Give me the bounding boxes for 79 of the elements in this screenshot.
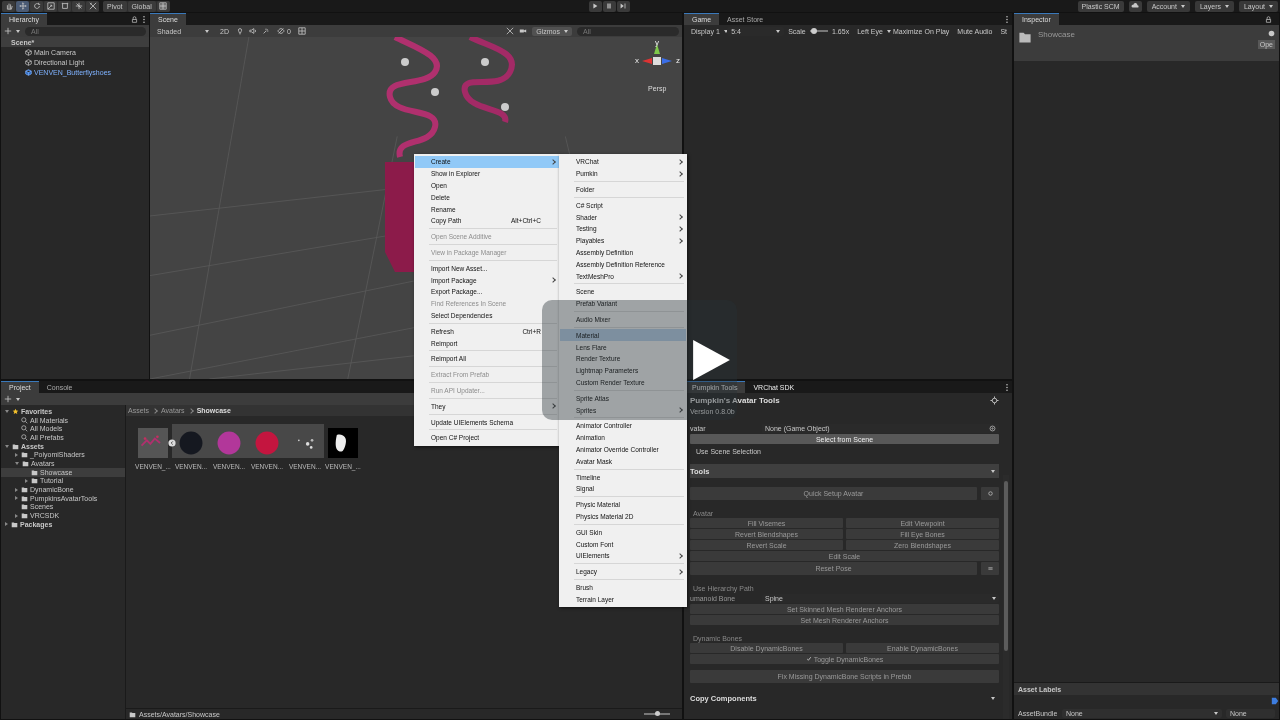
lock-icon[interactable] [1265,15,1272,23]
grid-snap-button[interactable] [156,0,170,12]
caret-icon [1214,711,1218,715]
collapse-arrow-icon[interactable] [168,439,176,447]
grid-icon[interactable] [297,27,306,35]
tools-icon[interactable] [506,27,515,35]
axis-label: y [655,41,659,47]
effects-icon[interactable] [261,27,270,35]
star-icon [12,407,19,415]
caret-icon [1224,4,1229,8]
cloud-button[interactable] [1128,0,1142,12]
expand-arrow-icon[interactable] [5,444,9,448]
axis-label: z [676,56,680,65]
axis-label: x [635,56,639,65]
tool-icon [18,2,27,10]
eye-slash-icon [276,27,285,35]
caret-icon [16,29,20,33]
menu-icon [986,565,994,572]
tool-title: Pumpkin's Avatar Tools [690,396,780,405]
caret-icon [1180,4,1185,8]
help-icon[interactable] [1268,30,1275,37]
cube-icon [25,48,32,56]
camera-icon[interactable] [519,27,528,35]
folder-icon [1018,30,1032,44]
play-icon [591,2,600,10]
pause-button[interactable] [602,0,616,12]
expand-arrow-icon[interactable] [5,409,9,413]
plus-icon [4,27,12,35]
menu-button[interactable] [981,562,999,575]
expand-arrow-icon[interactable] [15,513,18,518]
tag-icon[interactable] [1271,697,1279,705]
add-button[interactable] [4,27,20,35]
speaker-icon[interactable] [248,27,257,35]
caret-icon [564,29,568,33]
settings-icon[interactable] [990,396,999,405]
cube-icon [25,58,32,66]
light-bulb-icon[interactable] [235,27,244,35]
rect-tool-button[interactable] [58,0,71,12]
more-icon[interactable] [1005,14,1009,24]
grid-icon [159,2,168,10]
caret-icon [16,397,20,401]
caret-icon [992,597,996,600]
rotate-tool-button[interactable] [30,0,43,12]
scale-tool-button[interactable] [44,0,57,12]
tool-icon [46,2,55,10]
hand-tool-button[interactable] [2,0,15,12]
pause-icon [605,2,614,10]
particles-thumbnail[interactable] [138,428,168,458]
caret-icon [991,469,995,473]
plus-icon [4,395,12,403]
cloud-icon [1131,2,1140,10]
more-icon[interactable] [1005,382,1009,392]
step-button[interactable] [616,0,630,12]
caret-icon [776,29,781,33]
expand-arrow-icon[interactable] [25,478,28,483]
tool-icon [88,2,97,10]
transform-tool-button[interactable] [72,0,85,12]
play-button[interactable] [588,0,602,12]
tool-icon [74,2,83,10]
caret-icon [991,696,995,700]
tool-icon [60,2,69,10]
target-icon[interactable] [989,425,996,432]
caret-icon [205,29,209,33]
caret-icon [886,29,891,33]
gear-icon [986,490,994,497]
caret-icon [1269,4,1273,8]
folder-icon [129,710,136,718]
texture-thumbnail[interactable] [328,428,358,458]
expand-arrow-icon[interactable] [5,522,8,527]
add-button[interactable] [4,395,20,403]
lock-icon[interactable] [131,15,138,23]
tool-icon [4,2,13,10]
custom-tool-button[interactable] [86,0,99,12]
asset-title: Showcase [1038,30,1075,39]
more-icon[interactable] [142,14,146,24]
prefab-cube-icon [25,68,32,76]
tool-icon [32,2,41,10]
move-tool-button[interactable] [16,0,29,12]
settings-button[interactable] [981,487,999,500]
